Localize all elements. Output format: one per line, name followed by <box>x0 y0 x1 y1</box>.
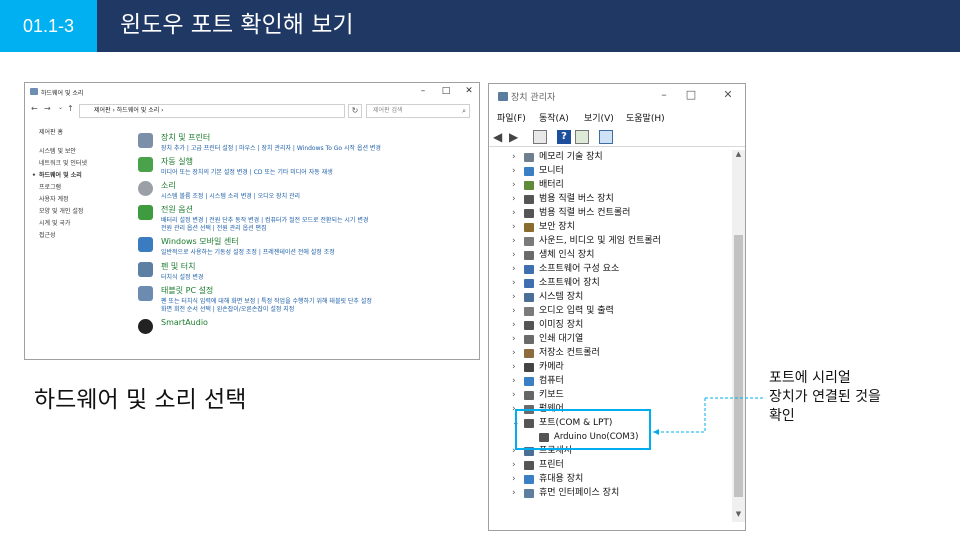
callout-text: 포트에 시리얼 장치가 연결된 것을 확인 <box>769 369 881 426</box>
callout-line: 장치가 연결된 것을 <box>769 389 881 405</box>
callout-line: 포트에 시리얼 <box>769 370 851 386</box>
callout-line: 확인 <box>769 408 795 424</box>
callout-connector <box>653 397 763 435</box>
